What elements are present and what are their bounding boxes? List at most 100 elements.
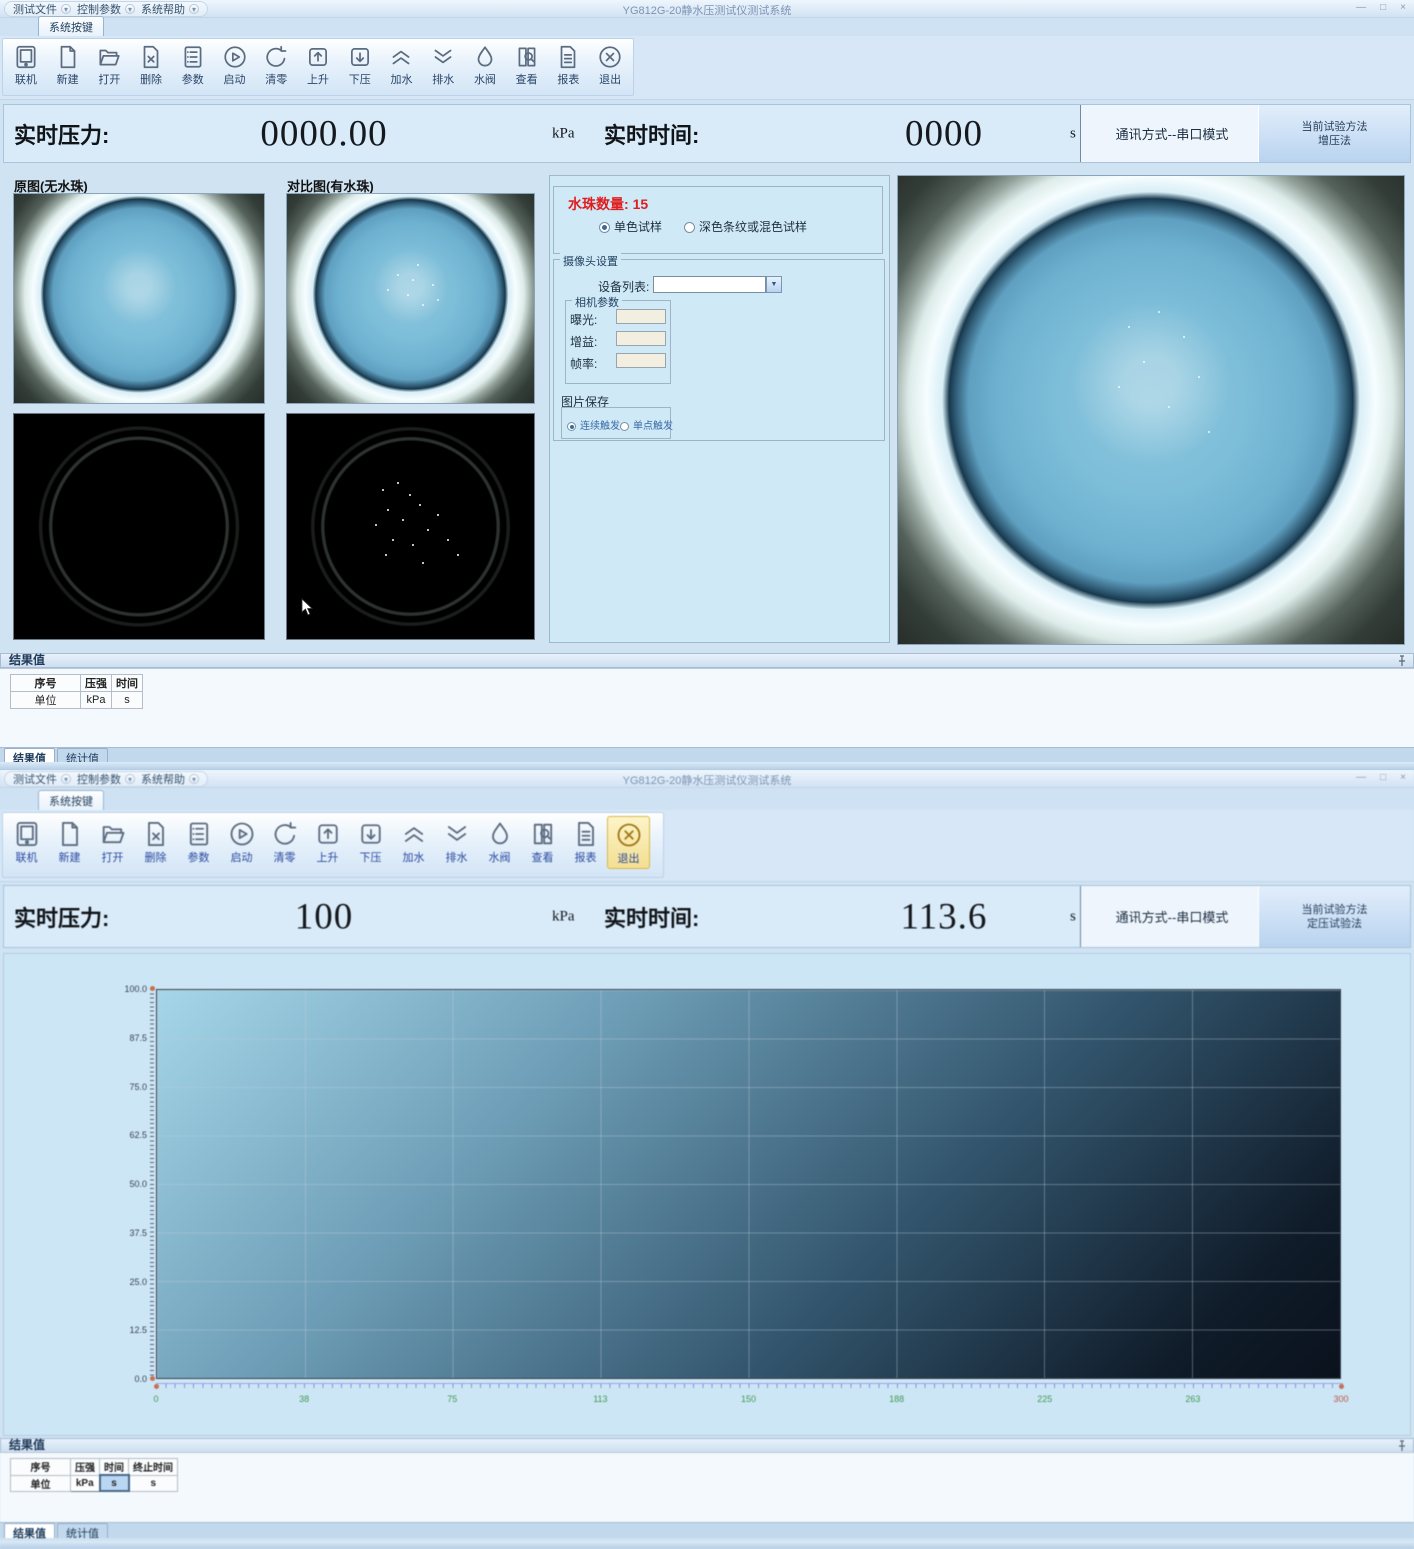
toolbar-button-chevrons-down[interactable]: 排水 [435,816,478,867]
arrow-down-box-icon [357,820,385,848]
unit-cell[interactable]: s [100,1475,129,1491]
play-circle-icon [228,820,256,848]
toolbar-button-chevrons-down[interactable]: 排水 [422,42,464,89]
radio-continuous-trigger[interactable]: 连续触发 [567,417,620,432]
framerate-field[interactable] [616,353,666,368]
minimize-icon[interactable]: — [1356,772,1366,783]
save-group-box: 连续触发 单点触发 [561,407,671,439]
toolbar-button-report-doc[interactable]: 报表 [564,816,607,867]
toolbar-button-play-circle[interactable]: 启动 [220,816,263,867]
params-list-icon [185,820,213,848]
toolbar-button-delete-doc[interactable]: 删除 [130,42,172,89]
y-tick-label: 0.0 [134,1374,147,1384]
book-magnifier-icon [514,44,540,70]
dock-tab-2[interactable]: 统计值 [57,748,108,763]
y-tick-label: 25.0 [129,1277,147,1287]
exit-circle-icon [615,821,643,849]
toolbar-button-report-doc[interactable]: 报表 [548,42,590,89]
toolbar-button-label: 联机 [15,71,37,87]
toolbar-button-params-list[interactable]: 参数 [172,42,214,89]
toolbar-button-monitor[interactable]: 联机 [5,816,48,867]
unit-cell[interactable]: s [112,692,143,709]
column-header: 序号 [11,1459,71,1476]
unit-cell[interactable]: s [129,1475,178,1491]
device-list-input[interactable] [653,276,766,293]
device-list-dropdown-button[interactable]: ▼ [766,276,782,293]
y-tick-label: 12.5 [129,1325,147,1335]
toolbar-button-arrow-down-box[interactable]: 下压 [339,42,381,89]
comm-mode-box[interactable]: 通讯方式--串口模式 [1080,105,1264,162]
toolbar-button-label: 下压 [349,71,371,87]
radio-mono-sample[interactable]: 单色试样 [599,218,662,235]
toolbar-button-droplet[interactable]: 水阀 [464,42,506,89]
unit-cell[interactable]: kPa [81,692,112,709]
pin-icon[interactable] [1397,655,1407,667]
droplet-count: 水珠数量: 15 [568,194,648,214]
radio-dark-sample[interactable]: 深色条纹或混色试样 [684,218,807,235]
maximize-icon[interactable]: □ [1380,2,1386,13]
unit-cell[interactable]: 单位 [11,692,81,709]
maximize-icon[interactable]: □ [1380,772,1386,783]
close-icon[interactable]: × [1400,2,1406,13]
arrow-up-box-icon [305,44,331,70]
column-header: 时间 [100,1459,129,1476]
results-table-zone: 序号压强时间终止时间单位kPass [0,1452,1414,1522]
toolbar-button-chevrons-up[interactable]: 加水 [381,42,423,89]
toolbar-button-label: 启动 [231,849,253,865]
x-tick-label: 150 [741,1394,756,1404]
toolbar-button-new-doc[interactable]: 新建 [47,42,89,89]
toolbar-button-droplet[interactable]: 水阀 [478,816,521,867]
exposure-field[interactable] [616,309,666,324]
toolbar-button-label: 新建 [59,849,81,865]
toolbar-button-book-magnifier[interactable]: 查看 [521,816,564,867]
ribbon-tab-row: 系统按键 [0,788,1414,810]
toolbar-button-delete-doc[interactable]: 删除 [134,816,177,867]
toolbar-button-exit-circle[interactable]: 退出 [607,816,650,869]
mouse-cursor [301,598,313,616]
toolbar-button-chevrons-up[interactable]: 加水 [392,816,435,867]
toolbar-button-reset-loop[interactable]: 清零 [255,42,297,89]
minimize-icon[interactable]: — [1356,2,1366,13]
realtime-status-bar: 实时压力: 100 kPa 实时时间: 113.6 s 通讯方式--串口模式 当… [3,885,1411,948]
toolbar-button-label: 查看 [532,849,554,865]
test-method-box[interactable]: 当前试验方法 增压法 [1258,105,1410,162]
toolbar-button-label: 加水 [403,849,425,865]
toolbar-button-arrow-up-box[interactable]: 上升 [306,816,349,867]
toolbar-button-label: 水阀 [474,71,496,87]
monitor-icon [13,44,39,70]
toolbar-button-new-doc[interactable]: 新建 [48,816,91,867]
toolbar-button-exit-circle[interactable]: 退出 [589,42,631,89]
toolbar-button-folder-open[interactable]: 打开 [88,42,130,89]
test-method-box[interactable]: 当前试验方法 定压试验法 [1258,886,1410,947]
toolbar-button-params-list[interactable]: 参数 [177,816,220,867]
toolbar-button-label: 打开 [98,71,120,87]
toolbar-button-play-circle[interactable]: 启动 [214,42,256,89]
camera-settings-group: 摄像头设置 设备列表: ▼ 相机参数 曝光: 增益: 帧率: 图片保存 连续触发… [553,259,885,441]
toolbar-button-arrow-up-box[interactable]: 上升 [297,42,339,89]
close-icon[interactable]: × [1400,772,1406,783]
toolbar-button-reset-loop[interactable]: 清零 [263,816,306,867]
gain-field[interactable] [616,331,666,346]
pin-icon[interactable] [1397,1440,1407,1452]
unit-cell[interactable]: kPa [71,1475,100,1491]
toolbar-button-folder-open[interactable]: 打开 [91,816,134,867]
compare-threshold-image [286,413,535,640]
toolbar-button-monitor[interactable]: 联机 [5,42,47,89]
time-label: 实时时间: [604,901,699,933]
comm-mode-box[interactable]: 通讯方式--串口模式 [1080,886,1264,947]
results-table: 序号压强时间终止时间单位kPass [10,1458,178,1492]
tab-system-keys[interactable]: 系统按键 [38,790,104,810]
arrow-down-box-icon [347,44,373,70]
droplet-icon [472,44,498,70]
y-tick-label: 50.0 [129,1179,147,1189]
radio-single-trigger[interactable]: 单点触发 [620,417,673,432]
toolbar-button-arrow-down-box[interactable]: 下压 [349,816,392,867]
toolbar-button-label: 打开 [102,849,124,865]
dock-tab-1[interactable]: 结果值 [4,1523,55,1538]
tab-system-keys[interactable]: 系统按键 [38,16,104,36]
dock-tab-1[interactable]: 结果值 [4,748,55,763]
report-doc-icon [572,820,600,848]
unit-cell[interactable]: 单位 [11,1475,71,1491]
dock-tab-2[interactable]: 统计值 [57,1523,108,1538]
toolbar-button-book-magnifier[interactable]: 查看 [506,42,548,89]
